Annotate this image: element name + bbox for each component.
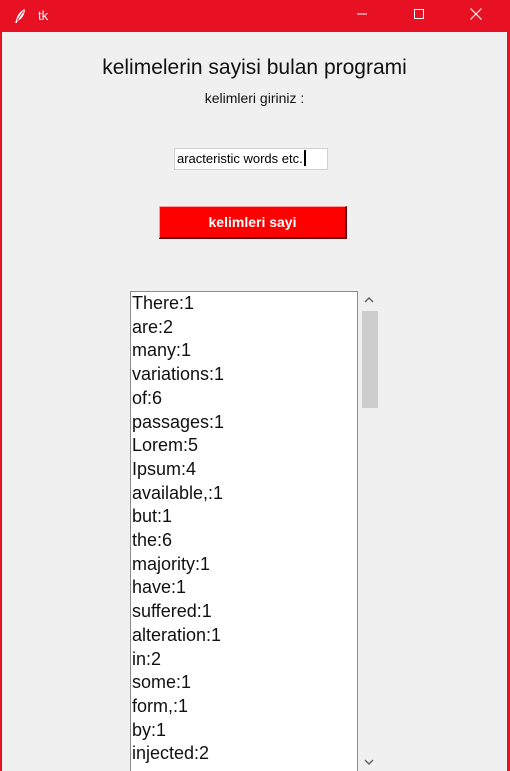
words-input-value: aracteristic words etc. (177, 151, 303, 166)
window-client-area: kelimelerin sayisi bulan programi keliml… (2, 32, 507, 771)
list-item[interactable]: passages:1 (131, 411, 357, 435)
maximize-icon (413, 7, 425, 25)
minimize-button[interactable] (334, 0, 390, 32)
list-item[interactable]: There:1 (131, 292, 357, 316)
words-input[interactable]: aracteristic words etc. (174, 148, 328, 170)
list-item[interactable]: many:1 (131, 339, 357, 363)
list-item[interactable]: Ipsum:4 (131, 458, 357, 482)
feather-icon (12, 8, 28, 24)
app-window: tk kelimelerin sayisi bulan programi kel… (0, 0, 510, 771)
list-item[interactable]: majority:1 (131, 553, 357, 577)
scroll-up-arrow-icon (364, 291, 374, 309)
list-item[interactable]: some:1 (131, 671, 357, 695)
list-item[interactable]: in:2 (131, 648, 357, 672)
scroll-up-button[interactable] (358, 291, 380, 309)
list-item[interactable]: variations:1 (131, 363, 357, 387)
list-item[interactable]: of:6 (131, 387, 357, 411)
listbox-scrollbar[interactable] (358, 291, 380, 771)
close-button[interactable] (448, 0, 504, 32)
maximize-button[interactable] (391, 0, 447, 32)
word-count-listbox[interactable]: There:1 are:2 many:1 variations:1 of:6 p… (130, 291, 358, 771)
list-item[interactable]: form,:1 (131, 695, 357, 719)
close-icon (469, 7, 483, 26)
window-title: tk (38, 8, 49, 23)
list-item[interactable]: available,:1 (131, 482, 357, 506)
list-item[interactable]: are:2 (131, 316, 357, 340)
count-words-button[interactable]: kelimleri sayi (159, 206, 347, 239)
list-item[interactable]: the:6 (131, 529, 357, 553)
list-item[interactable]: Lorem:5 (131, 434, 357, 458)
page-title: kelimelerin sayisi bulan programi (102, 56, 407, 79)
scroll-down-arrow-icon (364, 753, 374, 771)
scroll-down-button[interactable] (358, 753, 380, 771)
list-item[interactable]: suffered:1 (131, 600, 357, 624)
input-prompt-label: kelimleri giriniz : (204, 90, 305, 106)
list-item[interactable]: have:1 (131, 576, 357, 600)
list-item[interactable]: by:1 (131, 719, 357, 743)
list-item[interactable]: injected:2 (131, 742, 357, 766)
list-item[interactable]: but:1 (131, 505, 357, 529)
minimize-icon (356, 7, 368, 25)
text-caret (303, 150, 306, 166)
scroll-thumb[interactable] (362, 311, 378, 408)
title-bar[interactable]: tk (0, 0, 510, 32)
list-item[interactable]: alteration:1 (131, 624, 357, 648)
